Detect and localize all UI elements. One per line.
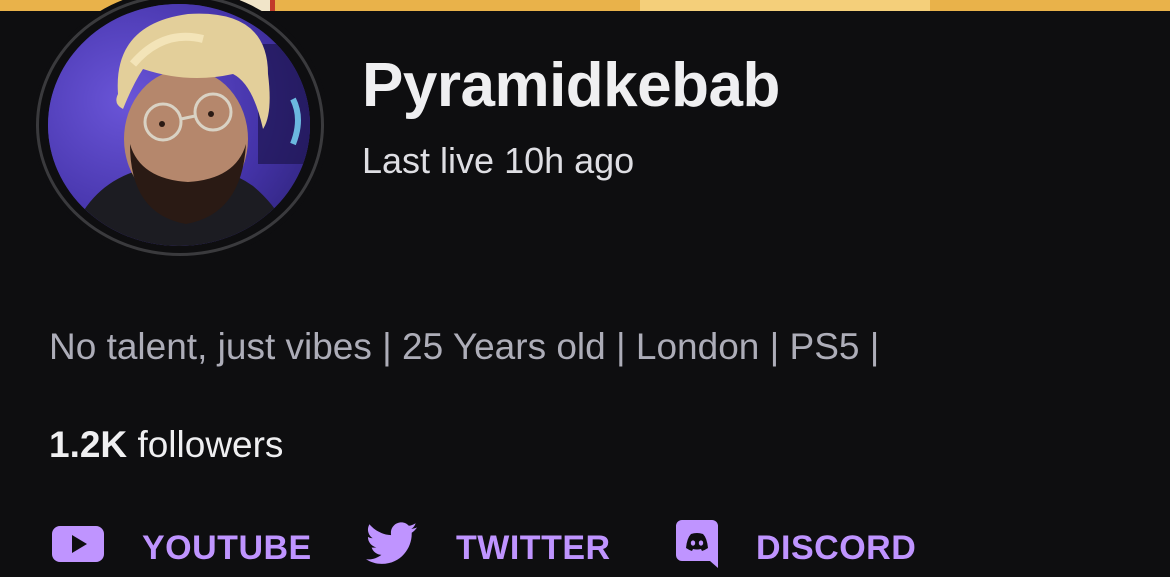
discord-label: DISCORD [756,528,917,567]
twitter-icon [365,521,418,575]
discord-icon [676,519,718,577]
youtube-icon [52,524,104,573]
social-links: YOUTUBE TWITTER DISCORD [0,519,1170,577]
twitter-label: TWITTER [456,528,611,567]
followers-number: 1.2K [49,424,128,465]
twitter-link[interactable]: TWITTER [365,521,611,575]
channel-bio: No talent, just vibes | 25 Years old | L… [49,326,880,367]
followers-label: followers [137,424,284,465]
youtube-link[interactable]: YOUTUBE [52,522,312,574]
last-live-status: Last live 10h ago [362,140,635,181]
avatar[interactable] [48,4,310,246]
youtube-label: YOUTUBE [142,528,312,567]
followers-count: 1.2K followers [49,424,283,466]
channel-name: Pyramidkebab [362,51,780,120]
discord-link[interactable]: DISCORD [676,519,917,577]
